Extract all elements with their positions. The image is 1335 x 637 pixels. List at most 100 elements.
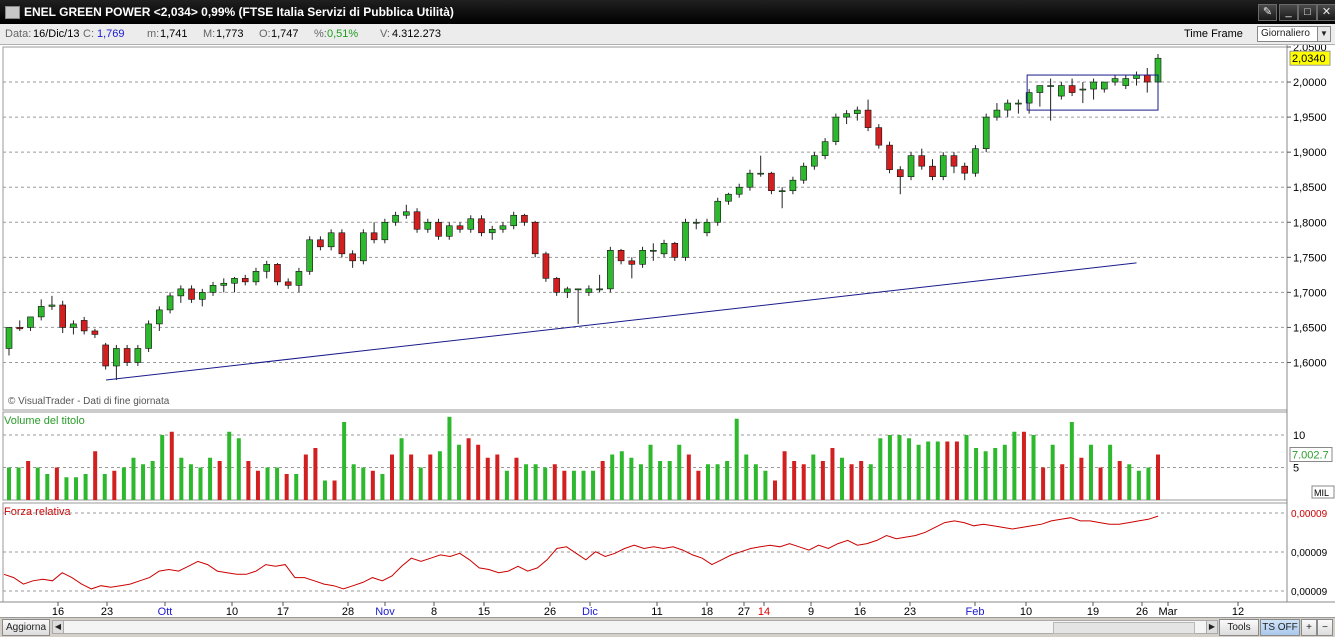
candlestick <box>370 232 378 241</box>
volume-bar <box>418 467 423 500</box>
volume-bar <box>83 474 88 500</box>
last-price-label: 2,0340 <box>1292 53 1326 65</box>
candlestick <box>156 309 163 325</box>
timeframe-select[interactable]: Giornaliero ▼ <box>1257 26 1331 42</box>
ts-off-button[interactable]: TS OFF <box>1260 619 1300 636</box>
timeframe-selected-value: Giornaliero <box>1261 28 1310 39</box>
candlestick <box>929 165 936 177</box>
price-tick-label: 1,9500 <box>1293 112 1327 124</box>
candlestick <box>198 292 206 300</box>
time-scrollbar[interactable]: ◀ ▶ <box>52 620 1218 634</box>
pin-icon[interactable]: ✎ <box>1258 4 1277 21</box>
candlestick <box>70 323 77 328</box>
volume-bar <box>265 467 270 500</box>
volume-bar <box>102 474 107 500</box>
volume-bar <box>409 454 414 500</box>
volume-bar <box>524 464 529 500</box>
volume-bar <box>1156 454 1160 500</box>
candlestick <box>939 155 947 177</box>
volume-bar <box>466 438 471 500</box>
maximize-button[interactable]: □ <box>1298 4 1317 21</box>
volume-bar <box>457 444 462 500</box>
volume-bar <box>198 467 203 500</box>
candlestick <box>714 200 722 223</box>
price-tick-label: 1,8500 <box>1293 182 1327 194</box>
candlestick <box>961 165 969 174</box>
price-tick-label: 1,7500 <box>1293 252 1327 264</box>
data-source-watermark: © VisualTrader - Dati di fine giornata <box>8 396 170 407</box>
chevron-down-icon[interactable]: ▼ <box>1317 27 1330 41</box>
candlestick <box>682 221 689 258</box>
candlestick <box>59 304 66 328</box>
volume-bar <box>495 454 500 500</box>
x-tick-label: 14 <box>758 606 770 617</box>
zoom-in-button[interactable]: + <box>1301 619 1317 636</box>
volume-bar <box>1127 464 1132 500</box>
scroll-right-icon[interactable]: ▶ <box>1206 621 1217 633</box>
close-value: 1,769 <box>97 28 125 40</box>
candlestick <box>692 221 700 224</box>
volume-bar <box>1146 467 1151 500</box>
volume-bar <box>485 457 490 500</box>
chart-area[interactable]: 2,05002,00001,95001,90001,85001,80001,75… <box>0 45 1335 617</box>
min-value: 1,741 <box>160 28 188 40</box>
candlestick <box>649 250 657 252</box>
candlestick <box>338 232 346 255</box>
volume-bar <box>543 467 548 500</box>
candlestick <box>327 232 335 248</box>
window-title: ENEL GREEN POWER <2,034> 0,99% (FTSE Ita… <box>24 5 454 19</box>
date-value: 16/Dic/13 <box>33 28 80 40</box>
volume-bar <box>514 457 519 500</box>
candlestick <box>478 218 485 234</box>
volume-bar <box>552 464 557 500</box>
close-button[interactable]: ✕ <box>1317 4 1335 21</box>
volume-bar <box>131 457 136 500</box>
candlestick <box>435 221 442 237</box>
volume-bar <box>1050 444 1055 500</box>
tools-button[interactable]: Tools <box>1219 619 1259 636</box>
x-tick-label: 11 <box>651 606 662 617</box>
minimize-button[interactable]: _ <box>1279 4 1298 21</box>
candlestick <box>317 239 324 248</box>
volume-bar <box>294 474 299 500</box>
candlestick <box>284 281 292 286</box>
zoom-out-button[interactable]: − <box>1317 619 1333 636</box>
volume-bar <box>1088 444 1093 500</box>
candlestick <box>843 113 850 118</box>
open-value: 1,747 <box>271 28 299 40</box>
volume-bar <box>208 457 213 500</box>
volume-bar <box>1117 461 1122 500</box>
volume-bar <box>390 454 394 500</box>
candlestick <box>950 155 958 167</box>
volume-bar <box>878 438 883 500</box>
candlestick <box>91 330 99 335</box>
rs-tick-label: 0,00009 <box>1291 548 1328 559</box>
min-label: m: <box>147 28 160 40</box>
refresh-button[interactable]: Aggiorna <box>2 619 50 636</box>
price-tick-label: 1,6000 <box>1293 357 1327 369</box>
candlestick <box>1058 85 1065 97</box>
volume-bar <box>677 444 682 500</box>
candlestick <box>360 232 367 262</box>
x-tick-label: Ott <box>158 606 173 617</box>
candlestick <box>585 288 593 293</box>
volume-bar <box>437 451 442 500</box>
candlestick <box>392 214 399 223</box>
panel-frame <box>2 46 1288 411</box>
x-tick-label: 8 <box>431 606 437 617</box>
scroll-left-icon[interactable]: ◀ <box>53 621 64 633</box>
x-tick-label: 16 <box>52 606 64 617</box>
candlestick <box>993 109 1001 118</box>
volume-bar <box>150 461 155 500</box>
volume-bar <box>476 444 481 500</box>
volume-bar <box>303 454 308 500</box>
x-tick-label: 27 <box>738 606 750 617</box>
candlestick <box>607 250 614 290</box>
candlestick <box>832 116 840 142</box>
volume-bar <box>696 470 701 500</box>
scroll-thumb[interactable] <box>1053 622 1195 634</box>
volume-bar <box>284 474 289 500</box>
volume-bar <box>179 457 184 500</box>
volume-bar <box>361 467 366 500</box>
x-tick-label: Dic <box>582 606 598 617</box>
